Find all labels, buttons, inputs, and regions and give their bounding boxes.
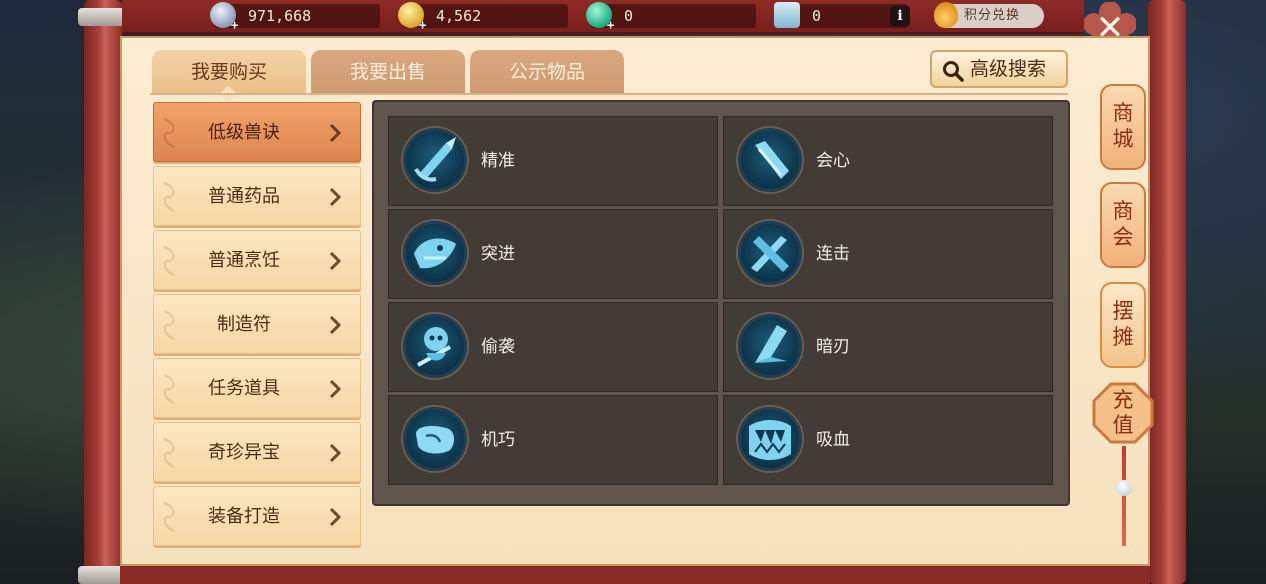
item-cell[interactable]: 吸血 [723,395,1053,485]
fist-skill-icon [403,407,467,471]
ticket-currency[interactable]: 0 [774,2,908,28]
category-label: 低级兽诀 [208,122,280,143]
scroll-rod-left [78,0,128,584]
blade-skill-icon [738,128,802,192]
category-item[interactable]: 制造符 [153,294,361,354]
category-item[interactable]: 低级兽诀 [153,102,361,162]
scroll-rod-right [1148,0,1186,584]
info-button[interactable]: i [890,6,910,26]
advanced-search-button[interactable]: 高级搜索 [930,50,1068,88]
tab-buy[interactable]: 我要购买 [152,50,306,103]
item-cell[interactable]: 突进 [388,209,718,299]
jade-value: 0 [624,7,634,25]
tab-sell-label: 我要出售 [349,61,426,83]
info-icon: i [897,8,903,24]
jade-currency[interactable]: + 0 [586,2,756,32]
silver-currency[interactable]: + 971,668 [210,2,380,32]
currency-bar: + 971,668 + 4,562 + 0 0 i 积分兑换 [122,0,1084,34]
item-cell[interactable]: 会心 [723,116,1053,206]
item-grid: 精准 会心 突进 连击 偷袭 暗刃 机巧 吸血 [372,100,1070,506]
chevron-right-icon [329,315,342,335]
panel-bottom-rod [120,566,1150,584]
side-tab-recharge[interactable]: 充 值 [1092,382,1154,444]
gold-currency[interactable]: + 4,562 [398,2,568,32]
category-label: 装备打造 [208,506,280,527]
category-label: 任务道具 [208,378,280,399]
tab-buy-label: 我要购买 [190,61,267,83]
chevron-right-icon [329,251,342,271]
side-tab-mall[interactable]: 商 城 [1100,84,1146,170]
category-label: 普通药品 [208,186,280,207]
thief-skill-icon [403,314,467,378]
item-name: 会心 [816,151,850,171]
advanced-search-label: 高级搜索 [970,58,1047,80]
item-cell[interactable]: 偷袭 [388,302,718,392]
search-icon [943,61,964,82]
category-item[interactable]: 任务道具 [153,358,361,418]
chevron-right-icon [329,187,342,207]
jade-bead-icon [1116,480,1132,496]
gold-value: 4,562 [436,7,482,25]
spear-skill-icon [403,128,467,192]
fang-skill-icon [738,407,802,471]
item-name: 偷袭 [481,337,515,357]
silver-value: 971,668 [248,7,312,25]
item-name: 机巧 [481,430,515,450]
item-name: 连击 [816,244,850,264]
item-name: 精准 [481,151,515,171]
twin-blade-icon [738,221,802,285]
category-item[interactable]: 奇珍异宝 [153,422,361,482]
category-item[interactable]: 普通药品 [153,166,361,226]
scroll-cap-top-left [78,8,128,26]
points-exchange-button[interactable]: 积分兑换 [934,2,1044,28]
side-tab-stall[interactable]: 摆 摊 [1100,282,1146,368]
item-name: 暗刃 [816,337,850,357]
tassel-ornament [1122,446,1126,546]
money-bag-icon [934,2,958,28]
tab-public-items-label: 公示物品 [508,61,585,83]
chevron-right-icon [329,379,342,399]
chevron-right-icon [329,123,342,143]
dark-blade-icon [738,314,802,378]
item-name: 突进 [481,244,515,264]
item-cell[interactable]: 精准 [388,116,718,206]
item-cell[interactable]: 连击 [723,209,1053,299]
side-tab-chamber[interactable]: 商 会 [1100,182,1146,268]
category-item[interactable]: 装备打造 [153,486,361,546]
item-name: 吸血 [816,430,850,450]
beast-charge-icon [403,221,467,285]
tab-divider [150,93,1068,95]
item-cell[interactable]: 暗刃 [723,302,1053,392]
category-item[interactable]: 普通烹饪 [153,230,361,290]
ticket-value: 0 [812,7,822,25]
chevron-right-icon [329,443,342,463]
points-exchange-label: 积分兑换 [964,8,1021,23]
category-label: 普通烹饪 [208,250,280,271]
category-label: 制造符 [217,314,271,335]
tab-sell[interactable]: 我要出售 [311,50,465,94]
tab-public-items[interactable]: 公示物品 [470,50,624,94]
ticket-icon [774,2,800,28]
category-label: 奇珍异宝 [208,442,280,463]
chevron-right-icon [329,507,342,527]
item-cell[interactable]: 机巧 [388,395,718,485]
